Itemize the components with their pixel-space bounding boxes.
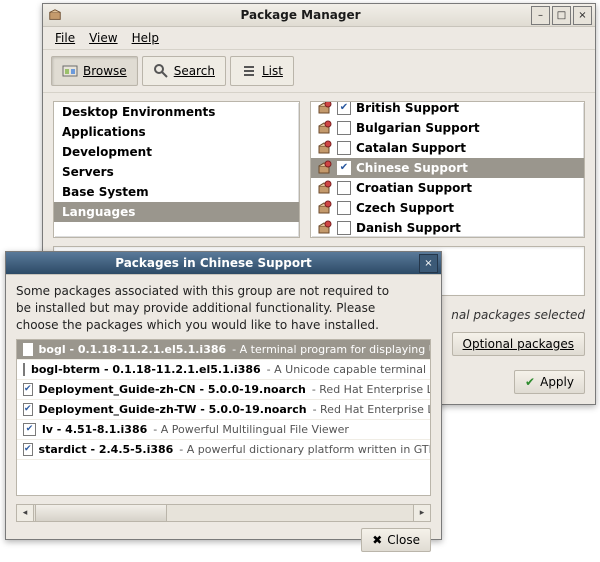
dialog-close-button[interactable]: ✖ Close: [361, 528, 431, 552]
package-checkbox[interactable]: [337, 121, 351, 135]
scroll-left-button[interactable]: ◂: [17, 505, 34, 521]
category-item[interactable]: Desktop Environments: [54, 102, 299, 122]
check-icon: ✔: [525, 375, 535, 389]
tab-search[interactable]: Search: [142, 56, 226, 86]
status-text: nal packages selected: [451, 308, 585, 322]
close-window-button[interactable]: ×: [573, 6, 592, 25]
optional-packages-button[interactable]: Optional packages: [452, 332, 585, 356]
package-label: Chinese Support: [356, 161, 468, 175]
category-item[interactable]: Languages: [54, 202, 299, 222]
package-icon: [316, 120, 332, 136]
dialog-package-desc: - A Unicode capable terminal program for: [267, 363, 431, 376]
category-pane[interactable]: Desktop Environments Applications Develo…: [53, 101, 300, 238]
scroll-right-button[interactable]: ▸: [413, 505, 430, 521]
dialog-package-row[interactable]: ✔ Deployment_Guide-zh-CN - 5.0.0-19.noarc…: [17, 380, 430, 400]
dialog-package-desc: - Red Hat Enterprise Linux Deployr: [312, 383, 431, 396]
dialog-package-checkbox[interactable]: ✔: [23, 343, 33, 356]
tab-search-label: Search: [174, 64, 215, 78]
dialog-package-desc: - A terminal program for displaying Unic…: [232, 343, 431, 356]
browse-icon: [62, 63, 78, 79]
dialog-package-checkbox[interactable]: ✔: [23, 403, 33, 416]
dialog-package-checkbox[interactable]: ✔: [23, 423, 36, 436]
dialog-package-checkbox[interactable]: [23, 363, 25, 376]
menu-view[interactable]: View: [83, 29, 123, 47]
package-icon: [316, 101, 332, 116]
tab-browse[interactable]: Browse: [51, 56, 138, 86]
package-label: British Support: [356, 101, 459, 115]
package-icon: [316, 220, 332, 236]
packages-dialog: Packages in Chinese Support × Some packa…: [5, 251, 442, 540]
tab-list[interactable]: List: [230, 56, 294, 86]
package-icon: [316, 180, 332, 196]
dialog-package-row[interactable]: ✔ lv - 4.51-8.1.i386 - A Powerful Multili…: [17, 420, 430, 440]
dialog-package-desc: - Red Hat Enterprise Linux Deployr: [313, 403, 431, 416]
package-checkbox[interactable]: ✔: [337, 101, 351, 115]
scroll-thumb[interactable]: [35, 505, 167, 521]
maximize-button[interactable]: □: [552, 6, 571, 25]
menu-help[interactable]: Help: [126, 29, 165, 47]
tab-list-label: List: [262, 64, 283, 78]
dialog-hscrollbar[interactable]: ◂ ▸: [16, 504, 431, 522]
dialog-package-row[interactable]: ✔ Deployment_Guide-zh-TW - 5.0.0-19.noarc…: [17, 400, 430, 420]
package-checkbox[interactable]: ✔: [337, 161, 351, 175]
category-item[interactable]: Base System: [54, 182, 299, 202]
package-icon: [316, 160, 332, 176]
package-row[interactable]: ✔ Chinese Support: [311, 158, 584, 178]
package-checkbox[interactable]: [337, 221, 351, 235]
list-icon: [241, 63, 257, 79]
apply-button[interactable]: ✔ Apply: [514, 370, 585, 394]
dialog-intro: Some packages associated with this group…: [6, 275, 441, 339]
search-icon: [153, 63, 169, 79]
close-icon: ✖: [372, 533, 382, 547]
window-title: Package Manager: [66, 8, 595, 22]
package-row[interactable]: Czech Support: [311, 198, 584, 218]
category-item[interactable]: Applications: [54, 122, 299, 142]
dialog-package-row[interactable]: bogl-bterm - 0.1.18-11.2.1.el5.1.i386 - …: [17, 360, 430, 380]
package-label: Danish Support: [356, 221, 461, 235]
dialog-package-desc: - A powerful dictionary platform written…: [179, 443, 431, 456]
dialog-package-list[interactable]: ✔ bogl - 0.1.18-11.2.1.el5.1.i386 - A ter…: [16, 339, 431, 496]
package-row[interactable]: Bulgarian Support: [311, 118, 584, 138]
package-label: Czech Support: [356, 201, 454, 215]
package-checkbox[interactable]: [337, 141, 351, 155]
dialog-package-checkbox[interactable]: ✔: [23, 443, 33, 456]
package-icon: [316, 200, 332, 216]
package-row[interactable]: Croatian Support: [311, 178, 584, 198]
dialog-package-name: bogl - 0.1.18-11.2.1.el5.1.i386: [39, 343, 227, 356]
tab-browse-label: Browse: [83, 64, 127, 78]
package-label: Bulgarian Support: [356, 121, 480, 135]
dialog-package-checkbox[interactable]: ✔: [23, 383, 33, 396]
package-label: Catalan Support: [356, 141, 466, 155]
toolbar: Browse Search List: [43, 50, 595, 93]
menu-file[interactable]: File: [49, 29, 81, 47]
dialog-package-name: lv - 4.51-8.1.i386: [42, 423, 147, 436]
menubar: File View Help: [43, 27, 595, 50]
dialog-package-desc: - A Powerful Multilingual File Viewer: [153, 423, 349, 436]
dialog-package-name: Deployment_Guide-zh-CN - 5.0.0-19.noarch: [39, 383, 306, 396]
package-row[interactable]: ✔ British Support: [311, 101, 584, 118]
dialog-titlebar[interactable]: Packages in Chinese Support ×: [6, 252, 441, 275]
dialog-package-row[interactable]: ✔ stardict - 2.4.5-5.i386 - A powerful di…: [17, 440, 430, 460]
window-buttons: – □ ×: [531, 6, 592, 25]
dialog-title: Packages in Chinese Support: [6, 256, 441, 270]
category-item[interactable]: Servers: [54, 162, 299, 182]
dialog-close-x-button[interactable]: ×: [419, 254, 438, 273]
package-checkbox[interactable]: [337, 181, 351, 195]
package-pane[interactable]: ✔ British Support Bulgarian Support Catalan…: [310, 101, 585, 238]
package-row[interactable]: Danish Support: [311, 218, 584, 238]
minimize-button[interactable]: –: [531, 6, 550, 25]
dialog-package-name: bogl-bterm - 0.1.18-11.2.1.el5.1.i386: [31, 363, 261, 376]
dialog-package-name: stardict - 2.4.5-5.i386: [39, 443, 174, 456]
category-item[interactable]: Development: [54, 142, 299, 162]
dialog-package-row[interactable]: ✔ bogl - 0.1.18-11.2.1.el5.1.i386 - A ter…: [17, 340, 430, 360]
dialog-package-name: Deployment_Guide-zh-TW - 5.0.0-19.noarch: [39, 403, 307, 416]
package-checkbox[interactable]: [337, 201, 351, 215]
titlebar[interactable]: Package Manager – □ ×: [43, 4, 595, 27]
app-icon: [48, 8, 62, 22]
package-label: Croatian Support: [356, 181, 472, 195]
package-icon: [316, 140, 332, 156]
package-row[interactable]: Catalan Support: [311, 138, 584, 158]
